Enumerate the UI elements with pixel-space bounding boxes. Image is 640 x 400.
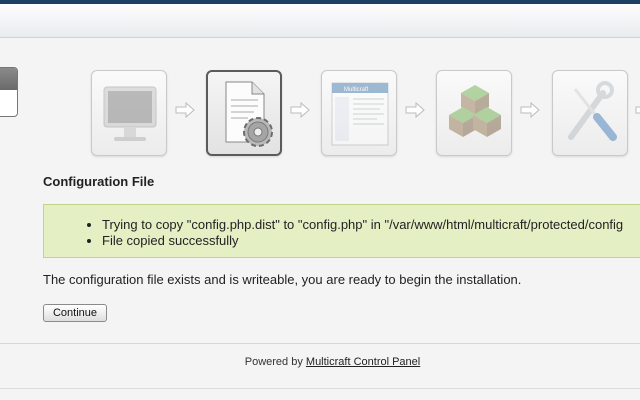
config-document-gear-icon — [225, 81, 273, 147]
step-configuration-file — [206, 70, 282, 156]
multicraft-link[interactable]: Multicraft Control Panel — [306, 356, 420, 368]
message-box: Trying to copy "config.php.dist" to "con… — [43, 204, 640, 258]
footer: Powered by Multicraft Control Panel — [0, 356, 640, 368]
status-text: The configuration file exists and is wri… — [43, 272, 522, 287]
powered-by-text: Powered by — [244, 356, 303, 368]
step-arrow-3-icon — [404, 100, 426, 120]
section-title: Configuration File — [43, 174, 155, 189]
wizard-steps: Multicraft — [0, 0, 640, 160]
panel-logo-text: Multicraft — [344, 87, 369, 93]
step-minecraft — [436, 70, 512, 156]
multicraft-panel-icon: Multicraft — [331, 82, 389, 146]
footer-divider — [0, 343, 640, 344]
step-panel-setup: Multicraft — [321, 70, 397, 156]
step-arrow-4-icon — [519, 100, 541, 120]
step-welcome — [91, 70, 167, 156]
message-list: Trying to copy "config.php.dist" to "con… — [102, 217, 623, 249]
grass-blocks-icon — [449, 85, 501, 137]
message-item: File copied successfully — [102, 233, 623, 249]
screwdriver-wrench-icon — [568, 81, 617, 141]
continue-button[interactable]: Continue — [43, 304, 107, 322]
step-tools — [552, 70, 628, 156]
message-item: Trying to copy "config.php.dist" to "con… — [102, 217, 623, 233]
bottom-divider — [0, 388, 640, 389]
step-arrow-1-icon — [174, 100, 196, 120]
monitor-icon — [103, 86, 157, 141]
step-arrow-2-icon — [289, 100, 311, 120]
step-arrow-5-icon — [634, 100, 640, 120]
